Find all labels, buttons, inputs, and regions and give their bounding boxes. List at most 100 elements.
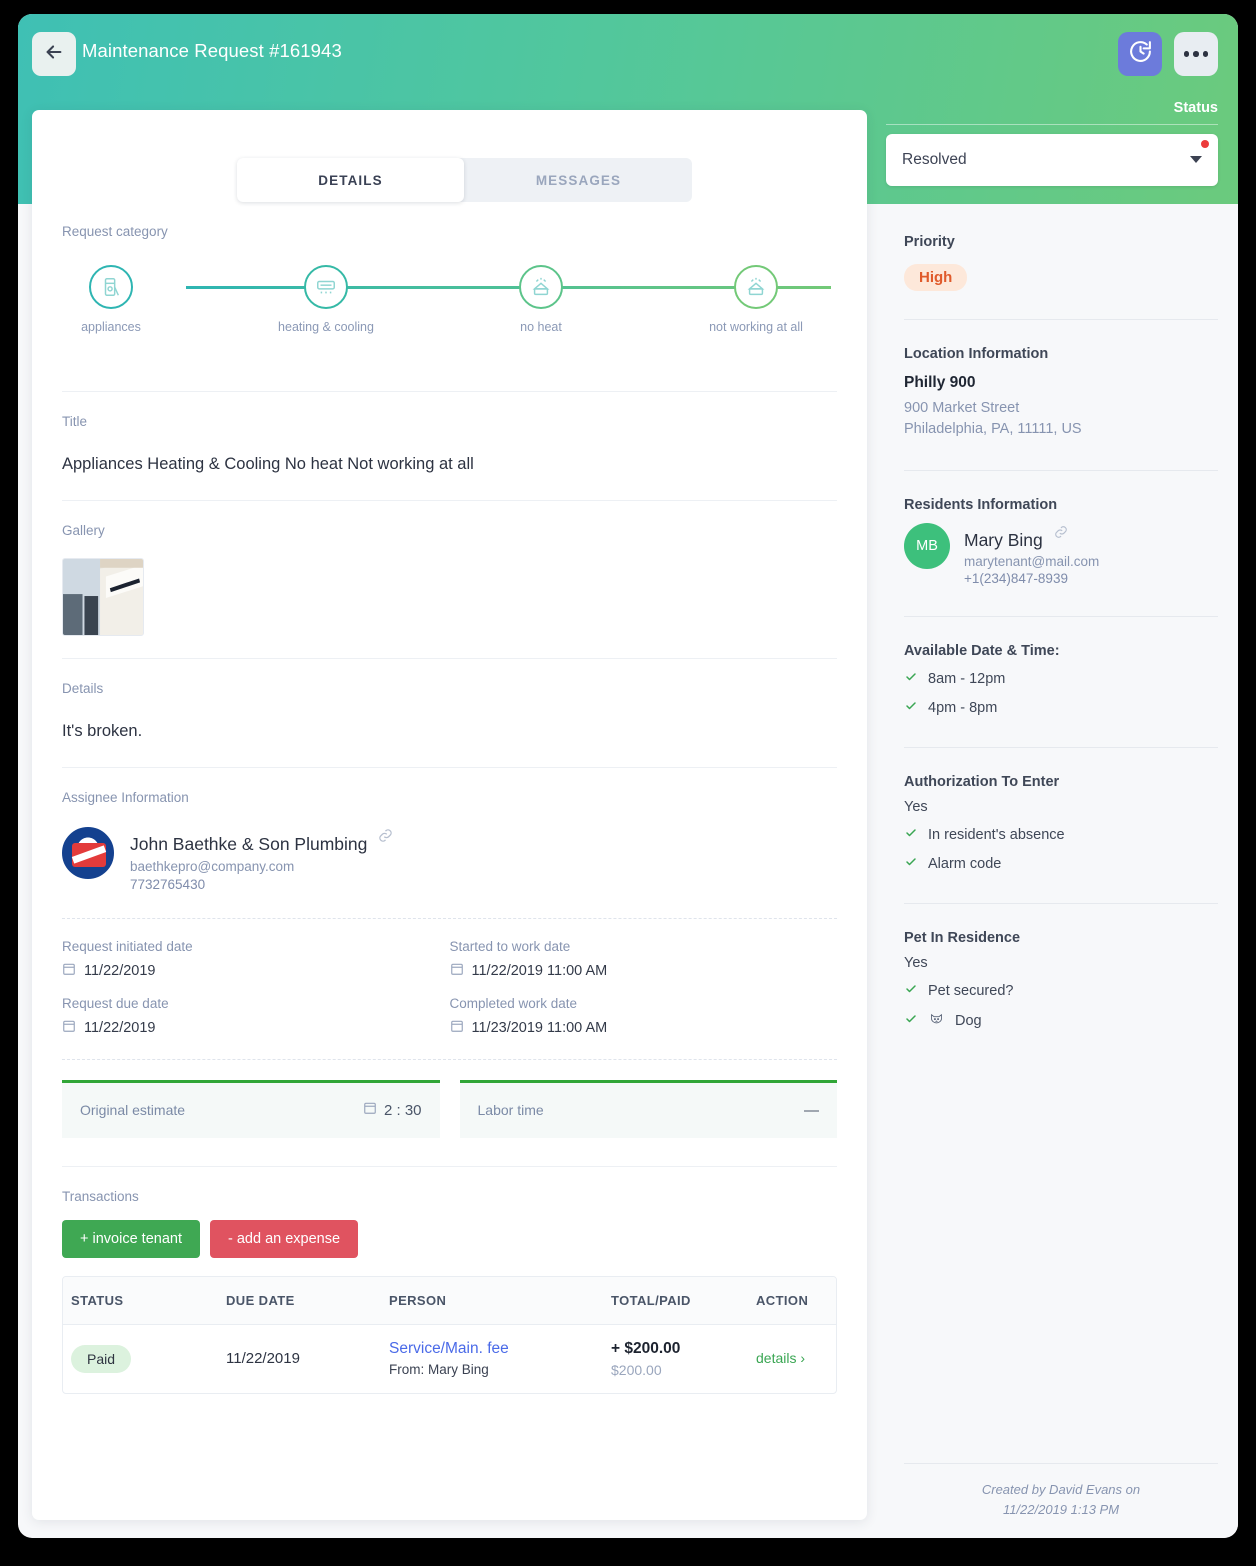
availability-slot-label: 4pm - 8pm xyxy=(928,699,998,716)
status-dropdown-value: Resolved xyxy=(902,151,967,168)
transactions-label: Transactions xyxy=(62,1188,139,1204)
authorization-item: In resident's absence xyxy=(904,826,1218,844)
created-by-line: Created by David Evans on xyxy=(981,1482,1141,1497)
labor-time-card: Labor time — xyxy=(459,1079,837,1138)
appliance-icon xyxy=(89,265,133,309)
availability-label: Available Date & Time: xyxy=(904,642,1060,659)
priority-section: Priority High xyxy=(904,204,1218,291)
check-icon xyxy=(904,855,918,873)
row-person-from: From: Mary Bing xyxy=(389,1362,489,1378)
location-name: Philly 900 xyxy=(904,374,976,391)
history-clock-icon xyxy=(1128,39,1153,69)
assignee-card[interactable]: John Baethke & Son Plumbing baethkepro@c… xyxy=(62,827,837,892)
date-block-initiated: Request initiated date 11/22/2019 xyxy=(62,939,450,980)
heat-off-icon xyxy=(734,265,778,309)
history-button[interactable] xyxy=(1118,32,1162,76)
tab-details[interactable]: DETAILS xyxy=(237,158,464,202)
authorization-section: Authorization To Enter Yes In resident's… xyxy=(904,748,1218,873)
date-value: 11/22/2019 11:00 AM xyxy=(471,962,608,979)
status-section-label: Status xyxy=(1173,100,1218,116)
details-card: DETAILS MESSAGES Request category applia… xyxy=(32,110,867,1520)
stepper-label-heating-cooling: heating & cooling xyxy=(278,320,374,334)
authorization-item: Alarm code xyxy=(904,855,1218,873)
resident-phone[interactable]: +1(234)847-8939 xyxy=(964,571,1099,586)
column-header-total-paid: TOTAL/PAID xyxy=(611,1292,691,1308)
authorization-item-label: Alarm code xyxy=(928,855,1002,872)
status-dropdown[interactable]: Resolved xyxy=(886,134,1218,186)
original-estimate-card: Original estimate 2 : 30 xyxy=(62,1079,440,1138)
column-header-action: ACTION xyxy=(756,1292,809,1308)
invoice-tenant-button[interactable]: + invoice tenant xyxy=(62,1219,200,1258)
page-title: Maintenance Request #161943 xyxy=(82,40,342,61)
row-person-link[interactable]: Service/Main. fee xyxy=(389,1340,603,1358)
column-header-person: PERSON xyxy=(389,1292,447,1308)
date-label: Request due date xyxy=(62,995,169,1011)
resident-email[interactable]: marytenant@mail.com xyxy=(964,554,1099,569)
app-window: Maintenance Request #161943 Status Resol… xyxy=(18,14,1238,1538)
date-label: Request initiated date xyxy=(62,938,193,954)
pet-item: Pet secured? xyxy=(904,982,1218,1000)
sidebar: Priority High Location Information Phill… xyxy=(884,204,1238,1538)
table-row: Paid 11/22/2019 Service/Main. fee From: … xyxy=(63,1325,836,1393)
stepper-step-not-working[interactable]: not working at all xyxy=(681,265,831,336)
ellipsis-icon xyxy=(1183,51,1209,57)
gallery-thumbnail[interactable] xyxy=(62,558,144,636)
resident-name: Mary Bing xyxy=(964,529,1043,550)
location-section: Location Information Philly 900 900 Mark… xyxy=(904,320,1218,440)
date-value: 11/22/2019 xyxy=(84,962,156,979)
external-link-icon[interactable] xyxy=(1054,523,1068,544)
more-options-button[interactable] xyxy=(1174,32,1218,76)
residents-section: Residents Information MB Mary Bing maryt… xyxy=(904,471,1218,586)
request-category-section: Request category xyxy=(32,224,867,239)
avatar: MB xyxy=(904,523,950,569)
category-stepper: appliances heating & cooling no heat not… xyxy=(62,265,837,375)
header-actions xyxy=(1118,32,1218,76)
date-block-started: Started to work date 11/22/2019 11:00 AM xyxy=(450,939,838,980)
assignee-phone[interactable]: 7732765430 xyxy=(130,877,393,892)
check-icon xyxy=(904,699,918,717)
date-label: Started to work date xyxy=(449,938,571,954)
stepper-label-no-heat: no heat xyxy=(520,320,562,334)
row-details-link[interactable]: details › xyxy=(756,1350,805,1366)
availability-slot-label: 8am - 12pm xyxy=(928,670,1006,687)
stepper-label-not-working: not working at all xyxy=(709,320,803,334)
add-expense-button[interactable]: - add an expense xyxy=(209,1219,359,1258)
stepper-step-appliances[interactable]: appliances xyxy=(36,265,186,336)
stepper-step-no-heat[interactable]: no heat xyxy=(466,265,616,336)
pet-item-label: Dog xyxy=(955,1012,982,1029)
chevron-down-icon xyxy=(1190,156,1202,163)
calendar-icon xyxy=(363,1101,377,1119)
external-link-icon[interactable] xyxy=(378,827,393,848)
ac-photo xyxy=(63,559,143,635)
gallery-section: Gallery xyxy=(32,501,867,636)
stepper-step-heating-cooling[interactable]: heating & cooling xyxy=(251,265,401,336)
row-total: + $200.00 xyxy=(611,1339,681,1357)
assignee-label: Assignee Information xyxy=(62,790,189,805)
assignee-section: Assignee Information John Baethke & Son … xyxy=(32,768,867,892)
arrow-left-icon xyxy=(43,41,65,68)
pet-value: Yes xyxy=(904,954,928,971)
pet-section: Pet In Residence Yes Pet secured? Dog xyxy=(904,904,1218,1031)
title-value: Appliances Heating & Cooling No heat Not… xyxy=(62,455,474,473)
check-icon xyxy=(904,982,918,1000)
availability-slot: 4pm - 8pm xyxy=(904,699,1218,717)
residents-label: Residents Information xyxy=(904,497,1058,513)
back-button[interactable] xyxy=(32,32,76,76)
calendar-icon xyxy=(62,962,76,980)
title-section: Title Appliances Heating & Cooling No he… xyxy=(32,392,867,474)
labor-time-value: — xyxy=(804,1101,819,1119)
priority-badge: High xyxy=(904,264,968,291)
dates-section: Request initiated date 11/22/2019 Starte… xyxy=(32,919,867,1037)
assignee-email[interactable]: baethkepro@company.com xyxy=(130,859,393,874)
details-text-section: Details It's broken. xyxy=(32,659,867,741)
stepper-label-appliances: appliances xyxy=(81,320,141,334)
authorization-label: Authorization To Enter xyxy=(904,773,1060,790)
created-at-line: 11/22/2019 1:13 PM xyxy=(1002,1502,1120,1517)
date-block-completed: Completed work date 11/23/2019 11:00 AM xyxy=(450,996,838,1037)
date-value: 11/22/2019 xyxy=(84,1019,156,1036)
resident-card[interactable]: MB Mary Bing marytenant@mail.com +1(234)… xyxy=(904,523,1218,586)
tab-messages[interactable]: MESSAGES xyxy=(465,158,692,202)
location-label: Location Information xyxy=(904,346,1049,362)
column-header-due-date: DUE DATE xyxy=(226,1292,295,1308)
labor-time-label: Labor time xyxy=(477,1102,544,1119)
